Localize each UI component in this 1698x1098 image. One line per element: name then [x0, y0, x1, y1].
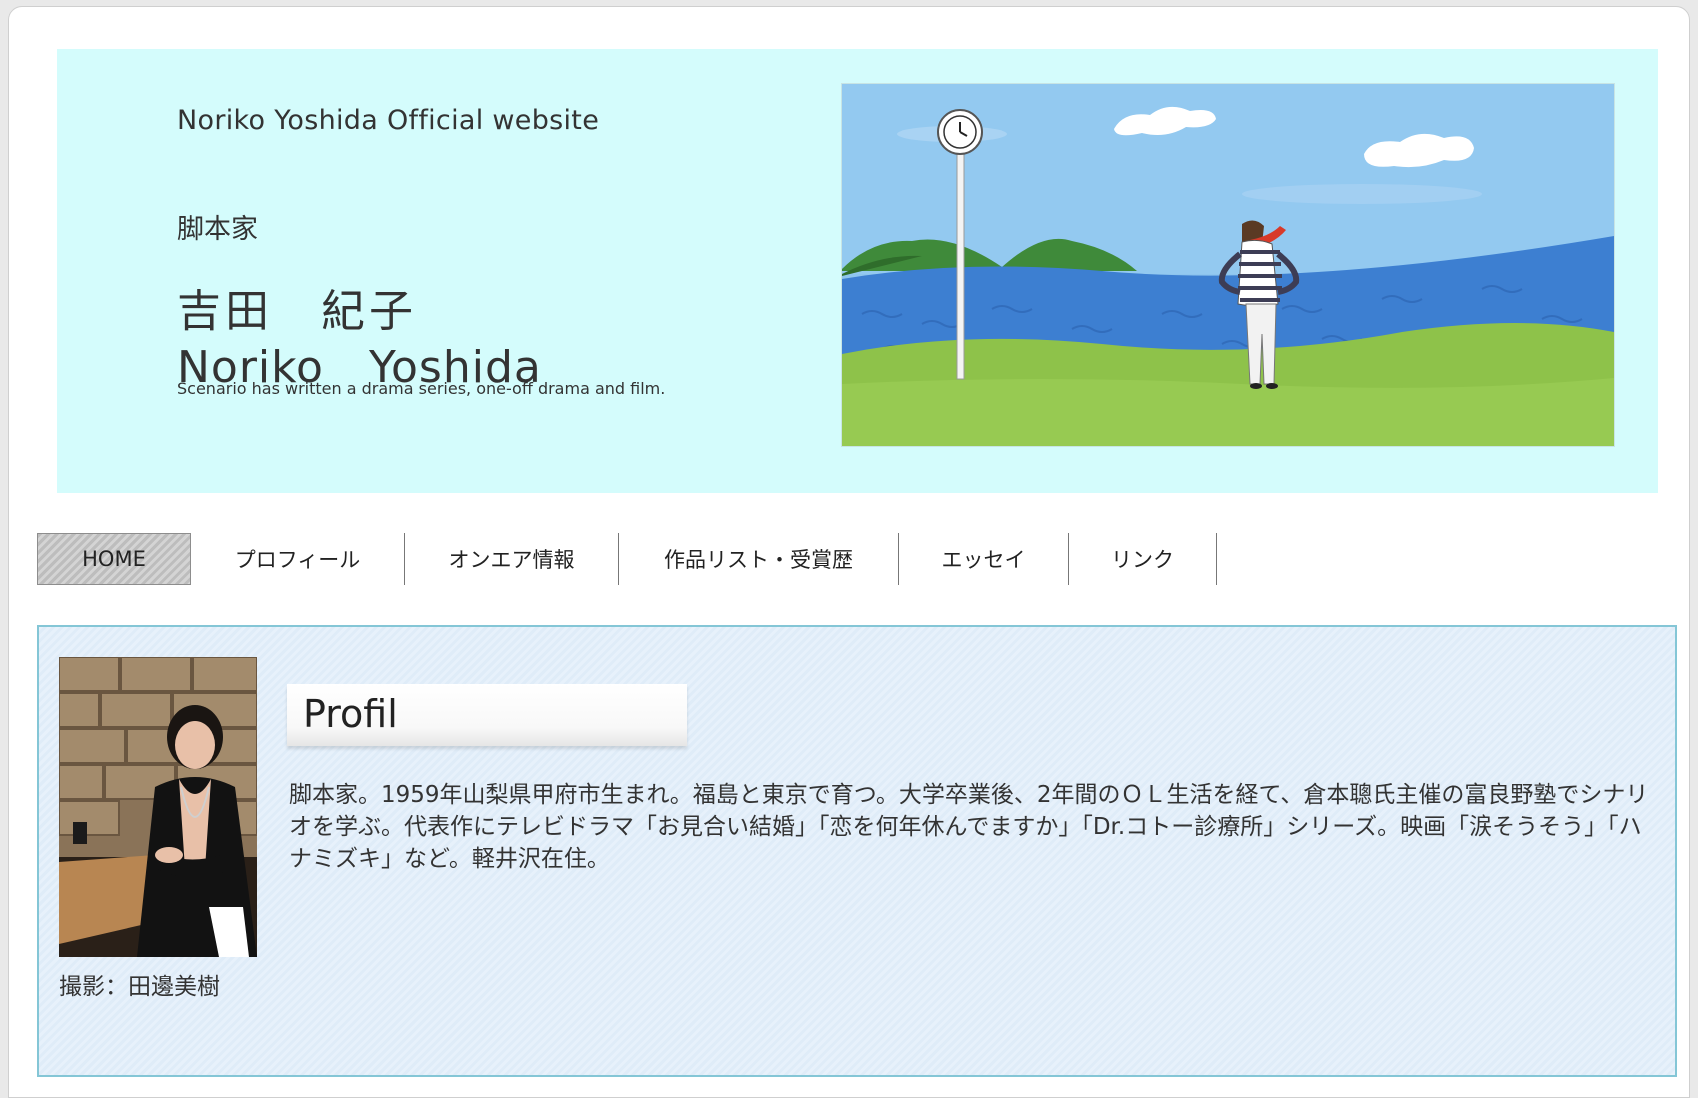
profile-heading-tag: Profil	[287, 684, 687, 746]
profile-bio: 脚本家。1959年山梨県甲府市生まれ。福島と東京で育つ。大学卒業後、2年間のＯＬ…	[289, 782, 1649, 872]
author-name-japanese: 吉田 紀子	[177, 286, 417, 337]
nav-item-profile[interactable]: プロフィール	[191, 533, 405, 585]
header-illustration	[841, 83, 1615, 447]
tagline: Scenario has written a drama series, one…	[177, 379, 666, 398]
photo-caption: 撮影：田邊美樹	[59, 974, 220, 1000]
profile-heading: Profil	[303, 692, 398, 736]
nav-item-on-air[interactable]: オンエア情報	[405, 533, 619, 585]
main-nav: HOME プロフィール オンエア情報 作品リスト・受賞歴 エッセイ リンク	[37, 533, 1217, 585]
site-header: Noriko Yoshida Official website 脚本家 吉田 紀…	[57, 49, 1658, 493]
nav-item-links[interactable]: リンク	[1069, 533, 1217, 585]
nav-item-works[interactable]: 作品リスト・受賞歴	[619, 533, 899, 585]
role-label: 脚本家	[177, 214, 258, 245]
page: Noriko Yoshida Official website 脚本家 吉田 紀…	[8, 6, 1690, 1098]
site-subtitle: Noriko Yoshida Official website	[177, 105, 600, 136]
profile-section: 撮影：田邊美樹 Profil 脚本家。1959年山梨県甲府市生まれ。福島と東京で…	[37, 625, 1677, 1077]
author-photo	[59, 657, 257, 957]
nav-item-home[interactable]: HOME	[37, 533, 191, 585]
nav-item-essay[interactable]: エッセイ	[899, 533, 1069, 585]
